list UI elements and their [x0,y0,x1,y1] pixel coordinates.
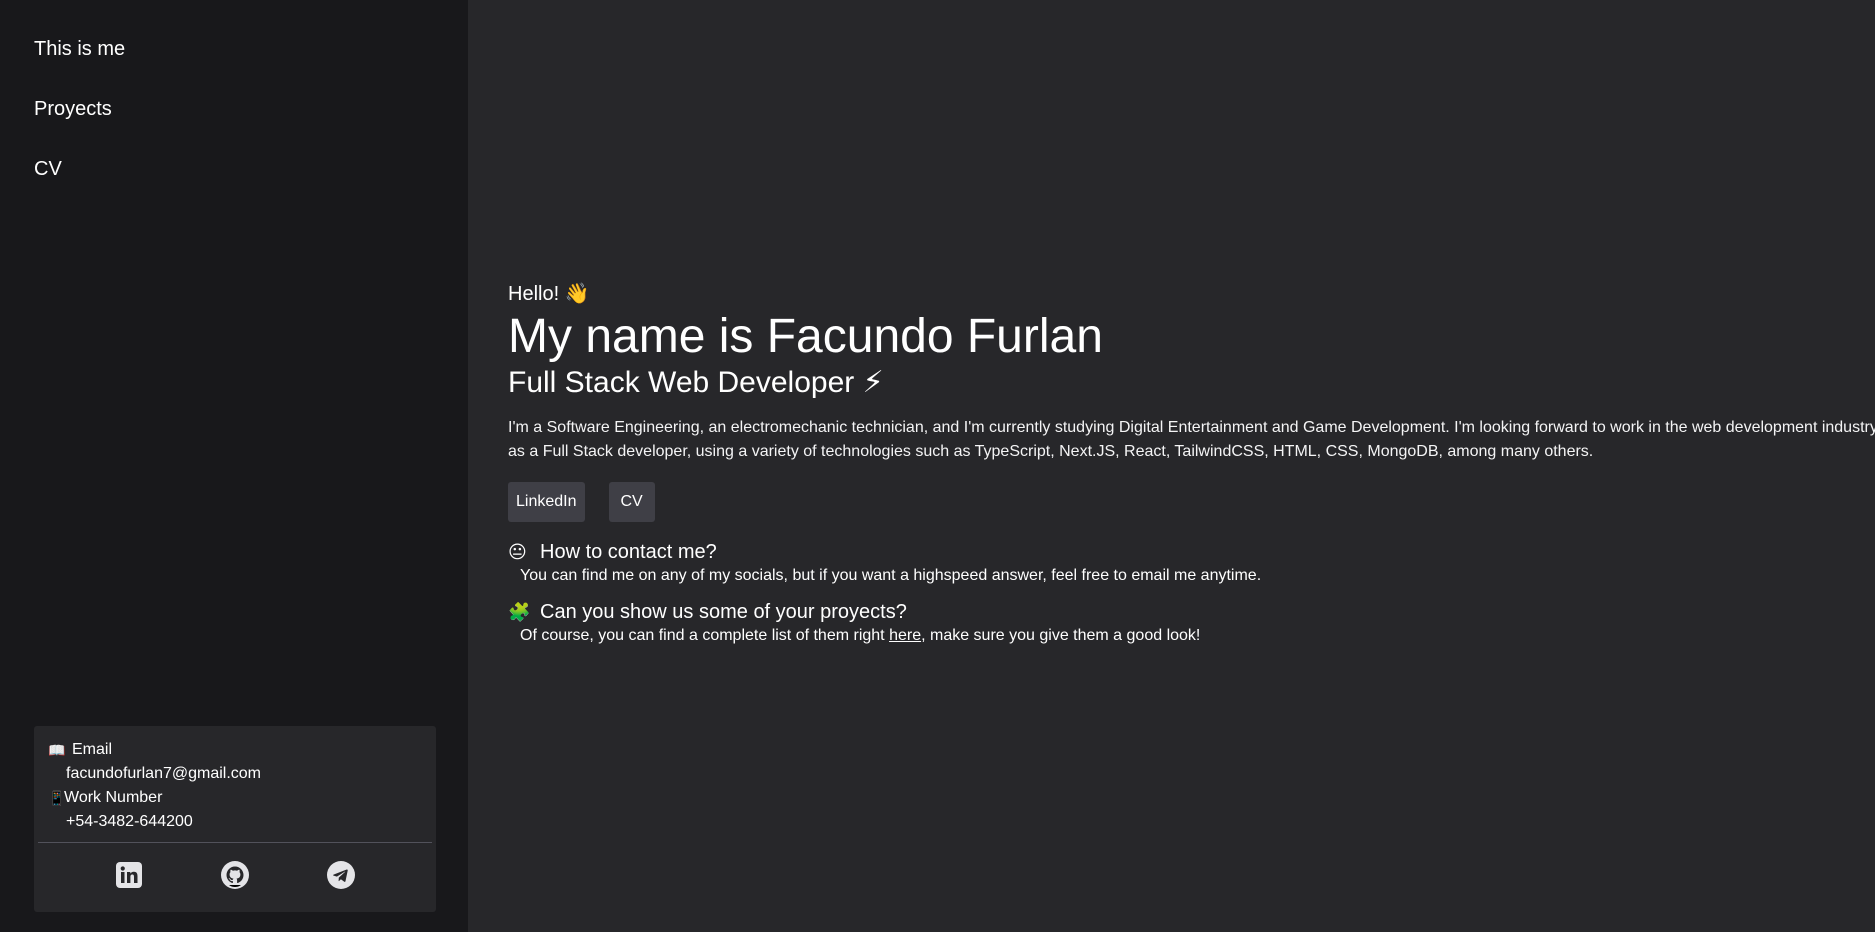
puzzle-piece-icon: 🧩 [508,602,531,622]
faq-question-text: Can you show us some of your proyects? [540,601,907,623]
hero-buttons: LinkedIn CV [508,482,1875,522]
app: This is me Proyects CV 📖 Email facundofu… [0,0,1875,932]
nav-item-this-is-me[interactable]: This is me [34,36,468,96]
phone-value: +54-3482-644200 [66,813,193,830]
linkedin-icon[interactable] [114,860,144,890]
faq-question: 🧩 Can you show us some of your proyects? [508,600,1875,624]
faq-answer-text: , make sure you give them a good look! [921,627,1201,644]
cv-button[interactable]: CV [608,482,655,522]
nav-item-cv[interactable]: CV [34,156,468,216]
contact-card: 📖 Email facundofurlan7@gmail.com 📱 Work … [34,726,436,912]
nav-item-proyects[interactable]: Proyects [34,96,468,156]
email-label: Email [72,741,113,758]
sidebar-nav: This is me Proyects CV [0,0,468,216]
faq-answer: Of course, you can find a complete list … [508,624,1875,648]
role-subtitle: Full Stack Web Developer ⚡ [508,366,884,399]
phone-row: 📱 Work Number [48,786,422,810]
projects-here-link[interactable]: here [889,627,921,644]
email-row: 📖 Email [48,738,422,762]
phone-label: Work Number [64,789,163,806]
sidebar: This is me Proyects CV 📖 Email facundofu… [0,0,468,932]
faq-section: 😐 How to contact me? You can find me on … [508,540,1875,648]
email-value: facundofurlan7@gmail.com [66,765,262,782]
book-icon: 📖 [48,742,66,758]
page-title: My name is Facundo Furlan [508,310,1103,363]
hero-section: Hello! 👋 My name is Facundo Furlan Full … [508,280,1875,660]
greeting: Hello! 👋 [508,283,590,305]
phone-icon: 📱 [48,790,66,806]
social-links [34,860,436,890]
main-content: Hello! 👋 My name is Facundo Furlan Full … [468,0,1875,932]
faq-question-text: How to contact me? [540,541,717,563]
bio-paragraph: I'm a Software Engineering, an electrome… [508,419,1875,460]
telegram-icon[interactable] [326,860,356,890]
neutral-face-icon: 😐 [508,542,527,562]
faq-question: 😐 How to contact me? [508,540,1875,564]
github-icon[interactable] [220,860,250,890]
faq-answer: You can find me on any of my socials, bu… [520,567,1262,584]
contact-divider [38,842,432,843]
linkedin-button[interactable]: LinkedIn [508,482,585,522]
faq-answer-text: Of course, you can find a complete list … [520,627,890,644]
